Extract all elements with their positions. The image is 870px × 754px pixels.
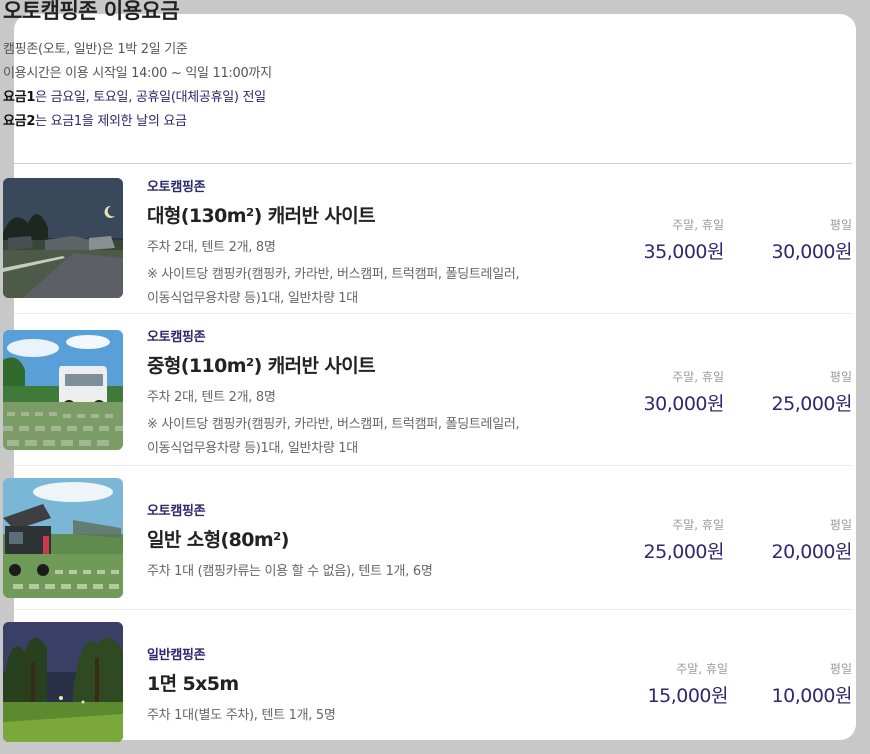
intro-text: 캠핑존(오토, 일반)은 1박 2일 기준 이용시간은 이용 시작일 14:00…: [3, 38, 272, 134]
site-category: 일반캠핑존: [147, 648, 206, 663]
intro-line-rate2: 요금2는 요금1을 제외한 날의 요금: [3, 110, 272, 134]
weekday-price-block: 평일 30,000원: [771, 216, 853, 264]
weekend-label: 주말, 휴일: [672, 370, 724, 384]
weekday-price: 20,000원: [771, 541, 853, 563]
intro-line-basis: 캠핑존(오토, 일반)은 1박 2일 기준: [3, 42, 188, 57]
site-photo-medium-caravan: [3, 330, 123, 450]
weekday-price: 25,000원: [771, 393, 853, 415]
weekday-price-block: 평일 20,000원: [771, 516, 853, 564]
site-info: 일반캠핑존 1면 5x5m 주차 1대(별도 주차), 텐트 1개, 5명: [147, 644, 336, 723]
weekend-price-block: 주말, 휴일 25,000원: [643, 516, 725, 564]
site-info: 오토캠핑존 대형(130m²) 캐러반 사이트 주차 2대, 텐트 2개, 8명…: [147, 176, 520, 311]
weekend-price: 30,000원: [643, 393, 725, 415]
site-name: 중형(110m²) 캐러반 사이트: [147, 355, 376, 377]
site-spec: 주차 1대(별도 주차), 텐트 1개, 5명: [147, 708, 336, 723]
weekend-price: 35,000원: [643, 241, 725, 263]
site-info: 오토캠핑존 일반 소형(80m²) 주차 1대 (캠핑카류는 이용 할 수 없음…: [147, 500, 433, 579]
weekday-label: 평일: [829, 370, 852, 384]
site-spec: 주차 1대 (캠핑카류는 이용 할 수 없음), 텐트 1개, 6명: [147, 564, 433, 579]
site-note-line2: 이동식업무용차량 등)1대, 일반차량 1대: [147, 291, 358, 306]
weekend-price: 15,000원: [647, 685, 729, 707]
rate1-label: 요금1: [3, 90, 36, 105]
weekday-label: 평일: [829, 218, 852, 232]
site-note-line1: ※ 사이트당 캠핑카(캠핑카, 카라반, 버스캠퍼, 트럭캠퍼, 폴딩트레일러,: [147, 417, 520, 432]
site-note-line1: ※ 사이트당 캠핑카(캠핑카, 카라반, 버스캠퍼, 트럭캠퍼, 폴딩트레일러,: [147, 267, 520, 282]
site-spec: 주차 2대, 텐트 2개, 8명: [147, 390, 276, 405]
site-note: ※ 사이트당 캠핑카(캠핑카, 카라반, 버스캠퍼, 트럭캠퍼, 폴딩트레일러,…: [147, 263, 520, 311]
weekday-label: 평일: [829, 518, 852, 532]
weekday-price-block: 평일 10,000원: [771, 660, 853, 708]
weekend-label: 주말, 휴일: [672, 518, 724, 532]
site-category: 오토캠핑존: [147, 180, 206, 195]
list-item: 오토캠핑존 중형(110m²) 캐러반 사이트 주차 2대, 텐트 2개, 8명…: [3, 314, 853, 466]
site-category: 오토캠핑존: [147, 504, 206, 519]
weekend-label: 주말, 휴일: [676, 662, 728, 676]
site-note: ※ 사이트당 캠핑카(캠핑카, 카라반, 버스캠퍼, 트럭캠퍼, 폴딩트레일러,…: [147, 413, 520, 461]
weekday-price: 30,000원: [771, 241, 853, 263]
site-name: 1면 5x5m: [147, 673, 239, 695]
weekend-price-block: 주말, 휴일 35,000원: [643, 216, 725, 264]
weekday-price-block: 평일 25,000원: [771, 368, 853, 416]
weekend-label: 주말, 휴일: [672, 218, 724, 232]
site-info: 오토캠핑존 중형(110m²) 캐러반 사이트 주차 2대, 텐트 2개, 8명…: [147, 326, 520, 461]
rate1-desc: 은 금요일, 토요일, 공휴일(대체공휴일) 전일: [35, 90, 266, 105]
weekend-price-block: 주말, 휴일 30,000원: [643, 368, 725, 416]
site-spec: 주차 2대, 텐트 2개, 8명: [147, 240, 276, 255]
site-photo-large-caravan: [3, 178, 123, 298]
intro-line-rate1: 요금1은 금요일, 토요일, 공휴일(대체공휴일) 전일: [3, 86, 272, 110]
site-note-line2: 이동식업무용차량 등)1대, 일반차량 1대: [147, 441, 358, 456]
weekday-price: 10,000원: [771, 685, 853, 707]
site-category: 오토캠핑존: [147, 330, 206, 345]
weekend-price-block: 주말, 휴일 15,000원: [647, 660, 729, 708]
site-photo-general: [3, 622, 123, 742]
list-item: 오토캠핑존 대형(130m²) 캐러반 사이트 주차 2대, 텐트 2개, 8명…: [3, 164, 853, 314]
page-title: 오토캠핑존 이용요금: [3, 0, 180, 23]
intro-line-hours: 이용시간은 이용 시작일 14:00 ~ 익일 11:00까지: [3, 66, 272, 81]
list-item: 오토캠핑존 일반 소형(80m²) 주차 1대 (캠핑카류는 이용 할 수 없음…: [3, 466, 853, 610]
list-item: 일반캠핑존 1면 5x5m 주차 1대(별도 주차), 텐트 1개, 5명 주말…: [3, 610, 853, 742]
site-name: 대형(130m²) 캐러반 사이트: [147, 205, 376, 227]
rate2-desc: 는 요금1을 제외한 날의 요금: [35, 114, 187, 129]
weekday-label: 평일: [829, 662, 852, 676]
rate2-label: 요금2: [3, 114, 36, 129]
site-photo-small: [3, 478, 123, 598]
site-name: 일반 소형(80m²): [147, 529, 289, 551]
weekend-price: 25,000원: [643, 541, 725, 563]
